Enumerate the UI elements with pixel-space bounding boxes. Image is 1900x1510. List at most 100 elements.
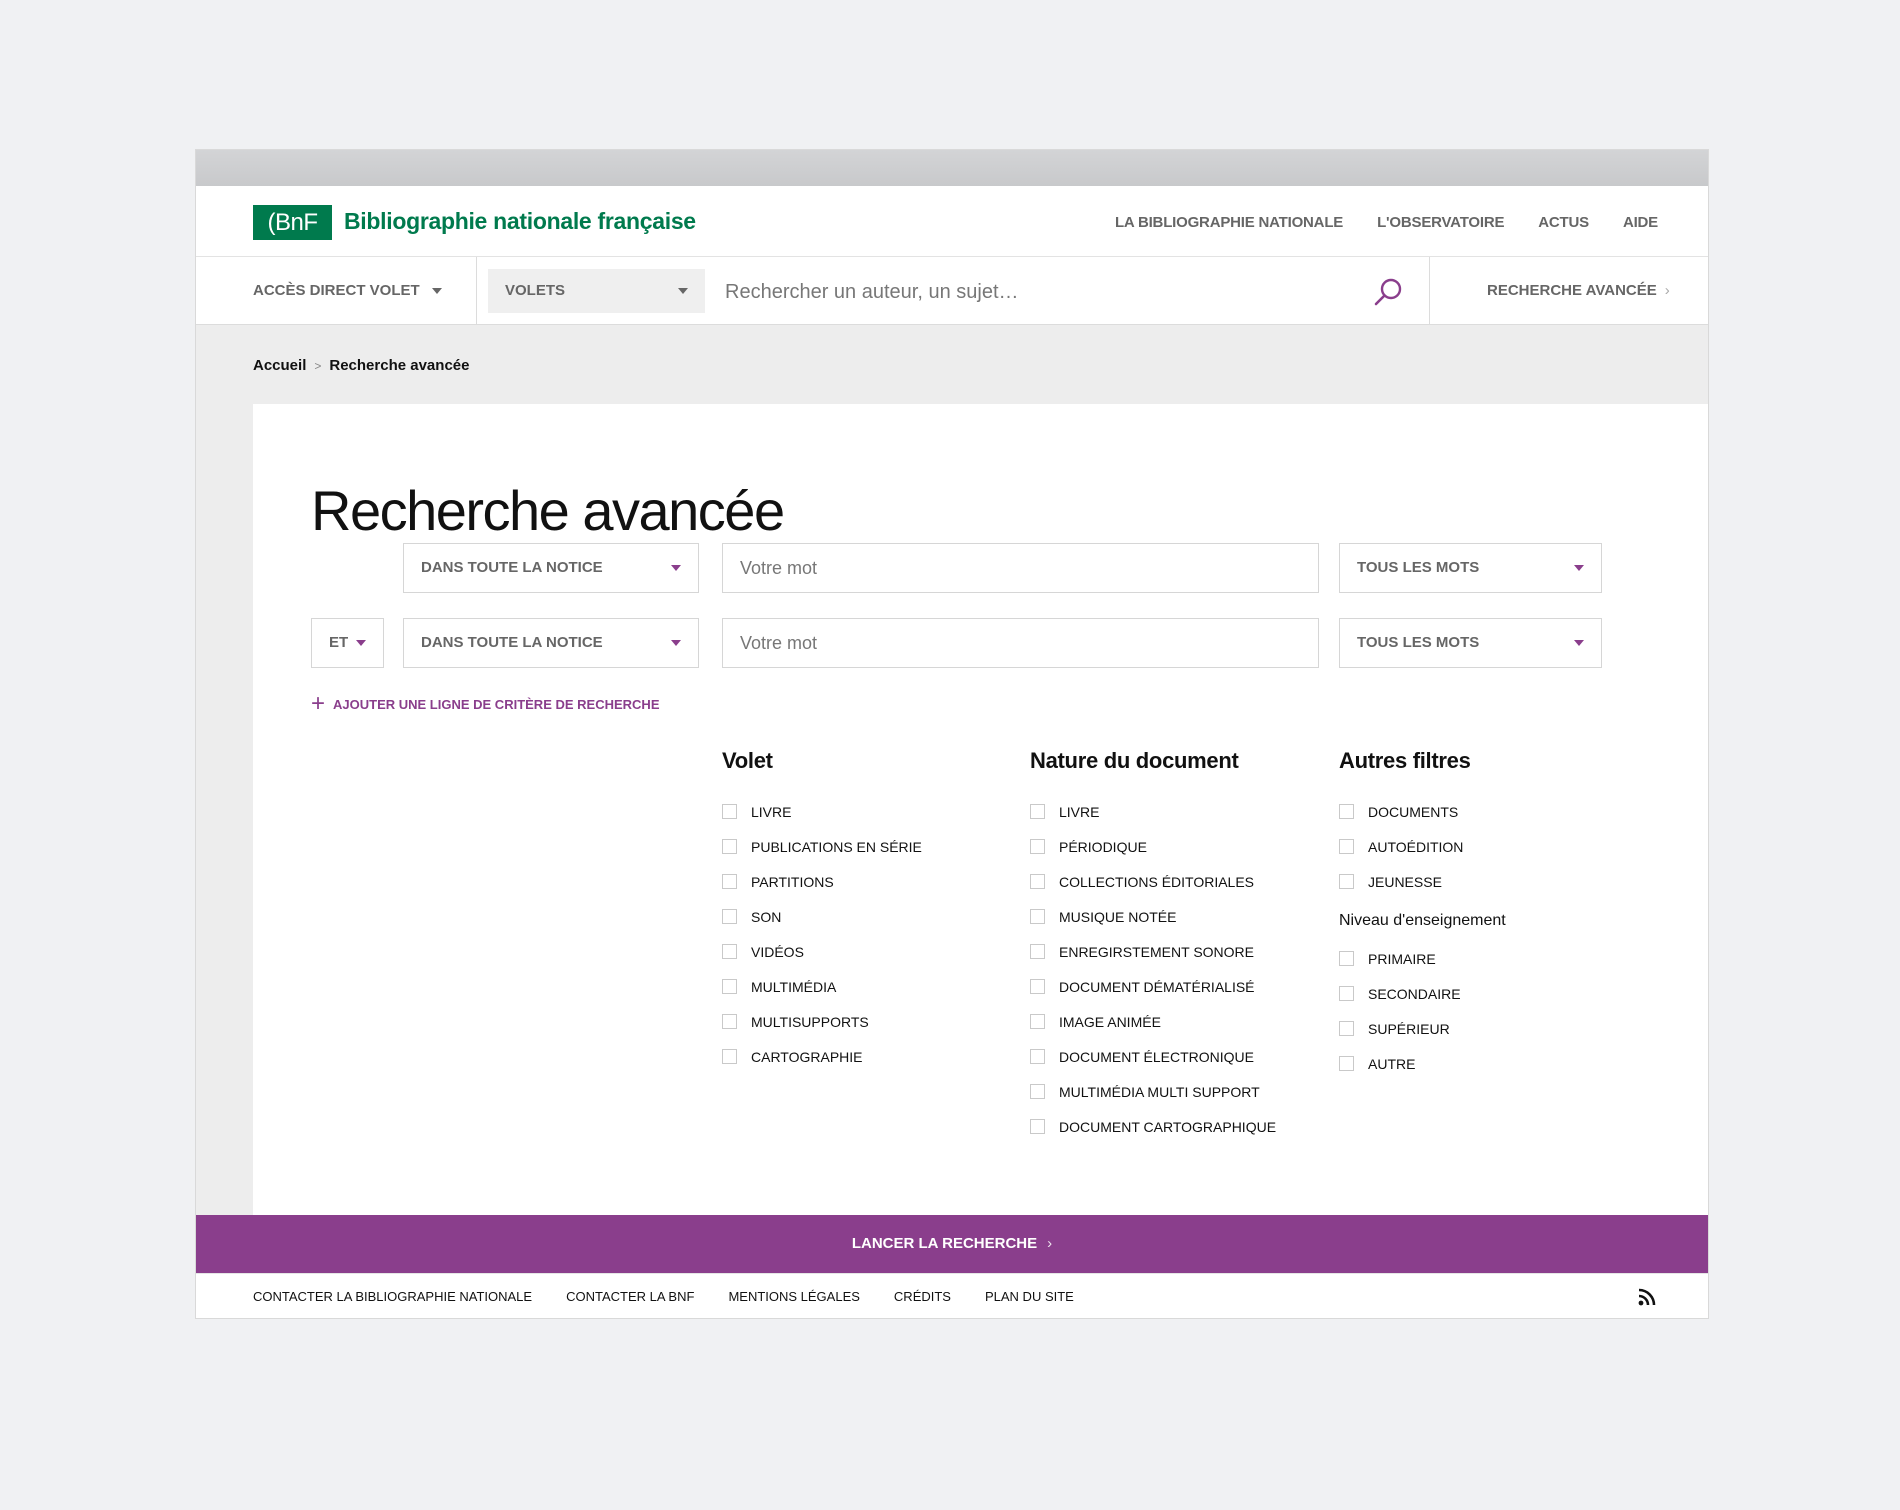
checkbox-item[interactable]: DOCUMENT DÉMATÉRIALISÉ: [1030, 969, 1276, 1004]
checkbox[interactable]: [1339, 986, 1354, 1001]
checkbox[interactable]: [1339, 874, 1354, 889]
add-criteria-line-button[interactable]: + AJOUTER UNE LIGNE DE CRITÈRE DE RECHER…: [311, 692, 660, 716]
checkbox-label: AUTRE: [1368, 1055, 1416, 1072]
checkbox[interactable]: [722, 804, 737, 819]
checkbox-label: VIDÉOS: [751, 943, 804, 960]
checkbox-item[interactable]: MUSIQUE NOTÉE: [1030, 899, 1276, 934]
footer-link-contact-bnf[interactable]: CONTACTER LA BNF: [566, 1289, 694, 1304]
checkbox-item[interactable]: MULTIMÉDIA: [722, 969, 922, 1004]
checkbox[interactable]: [1030, 874, 1045, 889]
search-bar: ACCÈS DIRECT VOLET VOLETS RECHERCHE AVAN…: [196, 257, 1708, 325]
mode-select[interactable]: TOUS LES MOTS: [1339, 543, 1602, 593]
breadcrumb-separator: >: [314, 359, 322, 373]
nav-actus[interactable]: ACTUS: [1538, 214, 1589, 231]
checkbox[interactable]: [1030, 1084, 1045, 1099]
checkbox[interactable]: [1030, 1119, 1045, 1134]
checkbox-item[interactable]: MULTISUPPORTS: [722, 1004, 922, 1039]
rss-icon[interactable]: [1638, 1288, 1656, 1306]
checkbox-item[interactable]: CARTOGRAPHIE: [722, 1039, 922, 1074]
footer-link-mentions[interactable]: MENTIONS LÉGALES: [728, 1289, 859, 1304]
filter-autres-title: Autres filtres: [1339, 748, 1471, 773]
mode-select-label: TOUS LES MOTS: [1357, 634, 1480, 651]
checkbox-label: IMAGE ANIMÉE: [1059, 1013, 1161, 1030]
nav-aide[interactable]: AIDE: [1623, 214, 1658, 231]
checkbox-label: JEUNESSE: [1368, 873, 1442, 890]
checkbox-item[interactable]: AUTRE: [1339, 1046, 1506, 1081]
chevron-down-icon: [678, 288, 688, 294]
checkbox-item[interactable]: DOCUMENT CARTOGRAPHIQUE: [1030, 1109, 1276, 1144]
checkbox-label: SECONDAIRE: [1368, 985, 1461, 1002]
checkbox-item[interactable]: SUPÉRIEUR: [1339, 1011, 1506, 1046]
checkbox[interactable]: [1339, 839, 1354, 854]
launch-search-button[interactable]: LANCER LA RECHERCHE ›: [196, 1215, 1708, 1273]
checkbox-label: LIVRE: [751, 803, 792, 820]
direct-access-dropdown[interactable]: ACCÈS DIRECT VOLET: [253, 257, 442, 324]
checkbox-label: DOCUMENTS: [1368, 803, 1459, 820]
checkbox-item[interactable]: SECONDAIRE: [1339, 976, 1506, 1011]
checkbox[interactable]: [722, 909, 737, 924]
checkbox[interactable]: [1339, 1021, 1354, 1036]
checkbox-label: SUPÉRIEUR: [1368, 1020, 1450, 1037]
footer-link-contact-bn[interactable]: CONTACTER LA BIBLIOGRAPHIE NATIONALE: [253, 1289, 532, 1304]
checkbox[interactable]: [722, 979, 737, 994]
checkbox[interactable]: [1030, 1049, 1045, 1064]
checkbox[interactable]: [1339, 1056, 1354, 1071]
checkbox-item[interactable]: PÉRIODIQUE: [1030, 829, 1276, 864]
bnf-logo[interactable]: (BnF: [253, 205, 332, 240]
checkbox[interactable]: [722, 1049, 737, 1064]
checkbox-item[interactable]: PRIMAIRE: [1339, 941, 1506, 976]
word-input[interactable]: [722, 543, 1319, 593]
checkbox-item[interactable]: COLLECTIONS ÉDITORIALES: [1030, 864, 1276, 899]
checkbox[interactable]: [1030, 979, 1045, 994]
breadcrumb: Accueil > Recherche avancée: [253, 357, 469, 374]
footer-link-credits[interactable]: CRÉDITS: [894, 1289, 951, 1304]
mode-select[interactable]: TOUS LES MOTS: [1339, 618, 1602, 668]
checkbox-item[interactable]: LIVRE: [722, 794, 922, 829]
nav-bibliographie-nationale[interactable]: LA BIBLIOGRAPHIE NATIONALE: [1115, 214, 1343, 231]
checkbox[interactable]: [1339, 804, 1354, 819]
checkbox[interactable]: [722, 944, 737, 959]
checkbox[interactable]: [1030, 804, 1045, 819]
checkbox-item[interactable]: DOCUMENT ÉLECTRONIQUE: [1030, 1039, 1276, 1074]
checkbox-item[interactable]: ENREGIRSTEMENT SONORE: [1030, 934, 1276, 969]
checkbox-item[interactable]: DOCUMENTS: [1339, 794, 1506, 829]
checkbox[interactable]: [722, 1014, 737, 1029]
checkbox[interactable]: [1030, 944, 1045, 959]
volets-dropdown[interactable]: VOLETS: [488, 269, 705, 313]
checkbox-item[interactable]: VIDÉOS: [722, 934, 922, 969]
checkbox-item[interactable]: LIVRE: [1030, 794, 1276, 829]
checkbox[interactable]: [722, 839, 737, 854]
checkbox-item[interactable]: PUBLICATIONS EN SÉRIE: [722, 829, 922, 864]
operator-select[interactable]: ET: [311, 618, 384, 668]
checkbox-label: DOCUMENT DÉMATÉRIALISÉ: [1059, 978, 1255, 995]
word-input[interactable]: [722, 618, 1319, 668]
search-icon[interactable]: [1372, 276, 1404, 308]
checkbox-label: ENREGIRSTEMENT SONORE: [1059, 943, 1254, 960]
footer-link-sitemap[interactable]: PLAN DU SITE: [985, 1289, 1074, 1304]
advanced-search-link[interactable]: RECHERCHE AVANCÉE ›: [1487, 257, 1670, 324]
checkbox-item[interactable]: MULTIMÉDIA MULTI SUPPORT: [1030, 1074, 1276, 1109]
divider: [476, 257, 477, 324]
checkbox-item[interactable]: JEUNESSE: [1339, 864, 1506, 899]
checkbox[interactable]: [722, 874, 737, 889]
checkbox-label: PÉRIODIQUE: [1059, 838, 1147, 855]
checkbox-label: PARTITIONS: [751, 873, 834, 890]
checkbox[interactable]: [1030, 839, 1045, 854]
site-title[interactable]: Bibliographie nationale française: [344, 208, 696, 235]
field-select[interactable]: DANS TOUTE LA NOTICE: [403, 618, 699, 668]
checkbox-item[interactable]: AUTOÉDITION: [1339, 829, 1506, 864]
chevron-down-icon: [1574, 565, 1584, 571]
field-select[interactable]: DANS TOUTE LA NOTICE: [403, 543, 699, 593]
checkbox-item[interactable]: PARTITIONS: [722, 864, 922, 899]
checkbox-item[interactable]: IMAGE ANIMÉE: [1030, 1004, 1276, 1039]
checkbox-item[interactable]: SON: [722, 899, 922, 934]
breadcrumb-home[interactable]: Accueil: [253, 357, 306, 374]
checkbox[interactable]: [1030, 909, 1045, 924]
checkbox[interactable]: [1339, 951, 1354, 966]
nav-observatoire[interactable]: L'OBSERVATOIRE: [1377, 214, 1504, 231]
breadcrumb-current: Recherche avancée: [329, 357, 470, 374]
filter-volet-title: Volet: [722, 748, 773, 773]
advanced-search-label: RECHERCHE AVANCÉE: [1487, 282, 1657, 299]
search-input[interactable]: [723, 269, 1367, 315]
checkbox[interactable]: [1030, 1014, 1045, 1029]
